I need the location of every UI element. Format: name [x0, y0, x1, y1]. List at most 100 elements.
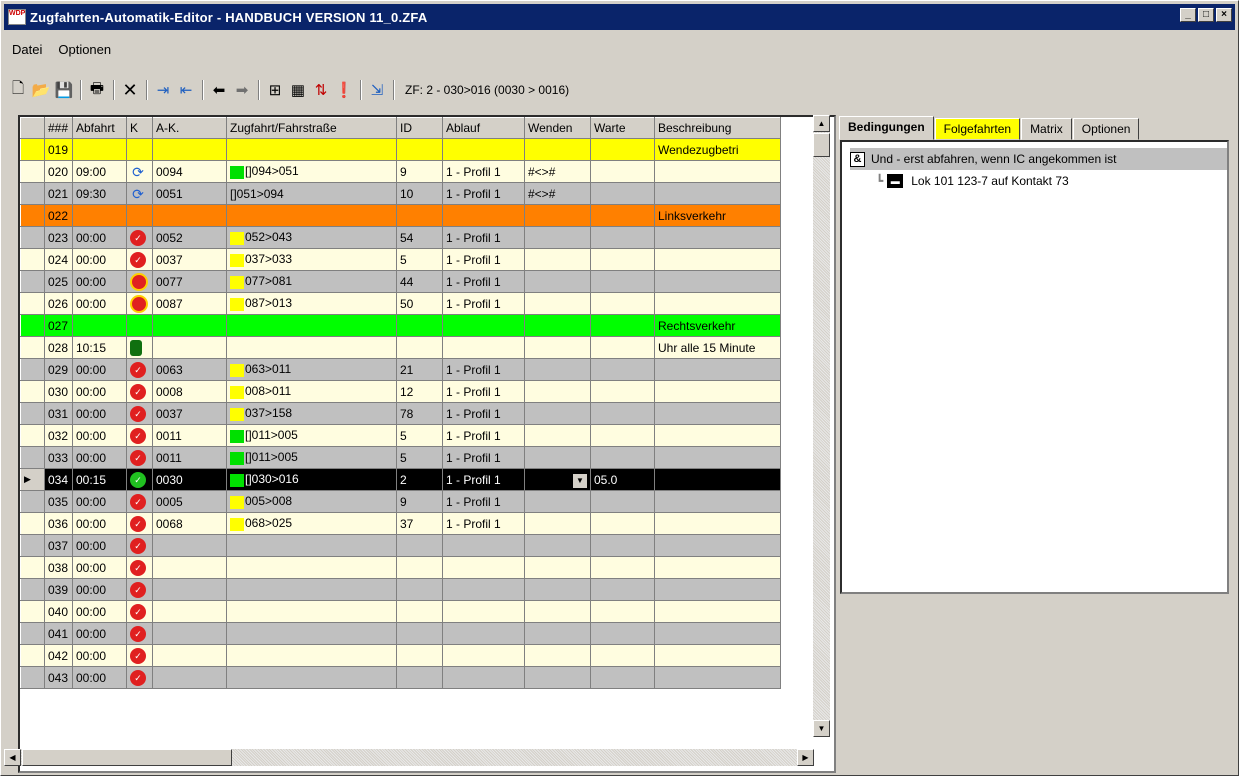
- cell-id[interactable]: [396, 622, 443, 645]
- cell-id[interactable]: 50: [396, 292, 443, 315]
- cell-ablauf[interactable]: [442, 314, 525, 337]
- cell-zug[interactable]: 037>033: [226, 248, 397, 271]
- cell-warte[interactable]: 05.0: [590, 468, 655, 491]
- cell-k[interactable]: ✓: [126, 424, 153, 447]
- tab-matrix[interactable]: Matrix: [1021, 118, 1072, 140]
- cell-warte[interactable]: [590, 402, 655, 425]
- cell-ablauf[interactable]: [442, 578, 525, 601]
- cell-warte[interactable]: [590, 578, 655, 601]
- cell-warte[interactable]: [590, 490, 655, 513]
- cell-wenden[interactable]: [524, 424, 591, 447]
- grid-icon[interactable]: ▦: [287, 79, 309, 101]
- cell-id[interactable]: 5: [396, 446, 443, 469]
- cell-abfahrt[interactable]: 00:00: [72, 512, 127, 535]
- cell-ak[interactable]: [152, 336, 227, 359]
- cell-zug[interactable]: [226, 578, 397, 601]
- cell-wenden[interactable]: [524, 204, 591, 227]
- cell-k[interactable]: ✓: [126, 358, 153, 381]
- cell-k[interactable]: ✓: [126, 512, 153, 535]
- cell-zug[interactable]: 008>011: [226, 380, 397, 403]
- row-indicator[interactable]: [20, 138, 45, 161]
- cell-zug[interactable]: 037>158: [226, 402, 397, 425]
- cell-warte[interactable]: [590, 160, 655, 183]
- open-folder-icon[interactable]: 📂: [30, 79, 52, 101]
- cell-ablauf[interactable]: [442, 644, 525, 667]
- col-header-nr[interactable]: ###: [44, 117, 73, 139]
- row-indicator[interactable]: [20, 380, 45, 403]
- row-indicator[interactable]: [20, 446, 45, 469]
- table-row[interactable]: 038 00:00 ✓: [20, 556, 781, 579]
- cell-desc[interactable]: [654, 468, 781, 491]
- cell-desc[interactable]: Rechtsverkehr: [654, 314, 781, 337]
- cell-abfahrt[interactable]: 00:00: [72, 556, 127, 579]
- cell-wenden[interactable]: #<>#: [524, 182, 591, 205]
- cell-warte[interactable]: [590, 270, 655, 293]
- table-row[interactable]: 043 00:00 ✓: [20, 666, 781, 689]
- cell-desc[interactable]: [654, 358, 781, 381]
- cell-id[interactable]: [396, 204, 443, 227]
- row-indicator[interactable]: [20, 512, 45, 535]
- cell-ak[interactable]: 0008: [152, 380, 227, 403]
- cell-id[interactable]: 9: [396, 160, 443, 183]
- cell-k[interactable]: ✓: [126, 402, 153, 425]
- cell-ablauf[interactable]: [442, 666, 525, 689]
- cell-warte[interactable]: [590, 380, 655, 403]
- cell-abfahrt[interactable]: 00:15: [72, 468, 127, 491]
- cell-wenden[interactable]: [524, 578, 591, 601]
- cell-warte[interactable]: [590, 226, 655, 249]
- cell-k[interactable]: ✓: [126, 644, 153, 667]
- cell-id[interactable]: 10: [396, 182, 443, 205]
- cell-nr[interactable]: 022: [44, 204, 73, 227]
- table-row[interactable]: 036 00:00 ✓ 0068 068>025 37 1 - Profil 1: [20, 512, 781, 535]
- cell-ablauf[interactable]: 1 - Profil 1: [442, 292, 525, 315]
- cell-id[interactable]: [396, 138, 443, 161]
- cell-ak[interactable]: 0011: [152, 446, 227, 469]
- table-row[interactable]: 020 09:00 ⟳ 0094 []094>051 9 1 - Profil 1 #<>#: [20, 160, 781, 183]
- new-file-icon[interactable]: 🗋: [7, 79, 29, 101]
- cell-zug[interactable]: []030>016: [226, 468, 397, 491]
- cell-zug[interactable]: []011>005: [226, 424, 397, 447]
- table-row[interactable]: 019 Wendezugbetri: [20, 138, 781, 161]
- cell-ablauf[interactable]: 1 - Profil 1: [442, 358, 525, 381]
- menu-optionen[interactable]: Optionen: [50, 42, 119, 57]
- cell-abfahrt[interactable]: 10:15: [72, 336, 127, 359]
- cell-abfahrt[interactable]: 00:00: [72, 270, 127, 293]
- cell-abfahrt[interactable]: 00:00: [72, 380, 127, 403]
- cell-wenden[interactable]: [524, 138, 591, 161]
- cell-nr[interactable]: 035: [44, 490, 73, 513]
- horizontal-scrollbar[interactable]: ◀ ▶: [4, 749, 814, 766]
- cell-wenden[interactable]: [524, 644, 591, 667]
- cell-ablauf[interactable]: 1 - Profil 1: [442, 424, 525, 447]
- cell-id[interactable]: 78: [396, 402, 443, 425]
- cell-id[interactable]: [396, 336, 443, 359]
- cell-ablauf[interactable]: 1 - Profil 1: [442, 468, 525, 491]
- cell-ablauf[interactable]: [442, 622, 525, 645]
- cell-k[interactable]: ✓: [126, 556, 153, 579]
- cell-zug[interactable]: [226, 336, 397, 359]
- cell-nr[interactable]: 025: [44, 270, 73, 293]
- cell-zug[interactable]: 005>008: [226, 490, 397, 513]
- cell-desc[interactable]: [654, 248, 781, 271]
- cell-desc[interactable]: Wendezugbetri: [654, 138, 781, 161]
- cell-desc[interactable]: [654, 644, 781, 667]
- table-row[interactable]: 041 00:00 ✓: [20, 622, 781, 645]
- row-indicator[interactable]: [20, 182, 45, 205]
- cell-id[interactable]: [396, 314, 443, 337]
- cell-abfahrt[interactable]: 00:00: [72, 534, 127, 557]
- cell-nr[interactable]: 038: [44, 556, 73, 579]
- cell-warte[interactable]: [590, 534, 655, 557]
- cell-wenden[interactable]: [524, 446, 591, 469]
- cell-nr[interactable]: 033: [44, 446, 73, 469]
- cell-desc[interactable]: [654, 666, 781, 689]
- table-row[interactable]: 022 Linksverkehr: [20, 204, 781, 227]
- cell-nr[interactable]: 028: [44, 336, 73, 359]
- cell-id[interactable]: [396, 534, 443, 557]
- row-indicator[interactable]: [20, 666, 45, 689]
- cell-desc[interactable]: [654, 622, 781, 645]
- cell-zug[interactable]: []094>051: [226, 160, 397, 183]
- cell-ablauf[interactable]: [442, 336, 525, 359]
- cell-desc[interactable]: [654, 160, 781, 183]
- table-row[interactable]: 028 10:15 Uhr alle 15 Minute: [20, 336, 781, 359]
- cell-warte[interactable]: [590, 248, 655, 271]
- vertical-scrollbar[interactable]: ▲ ▼: [813, 115, 830, 737]
